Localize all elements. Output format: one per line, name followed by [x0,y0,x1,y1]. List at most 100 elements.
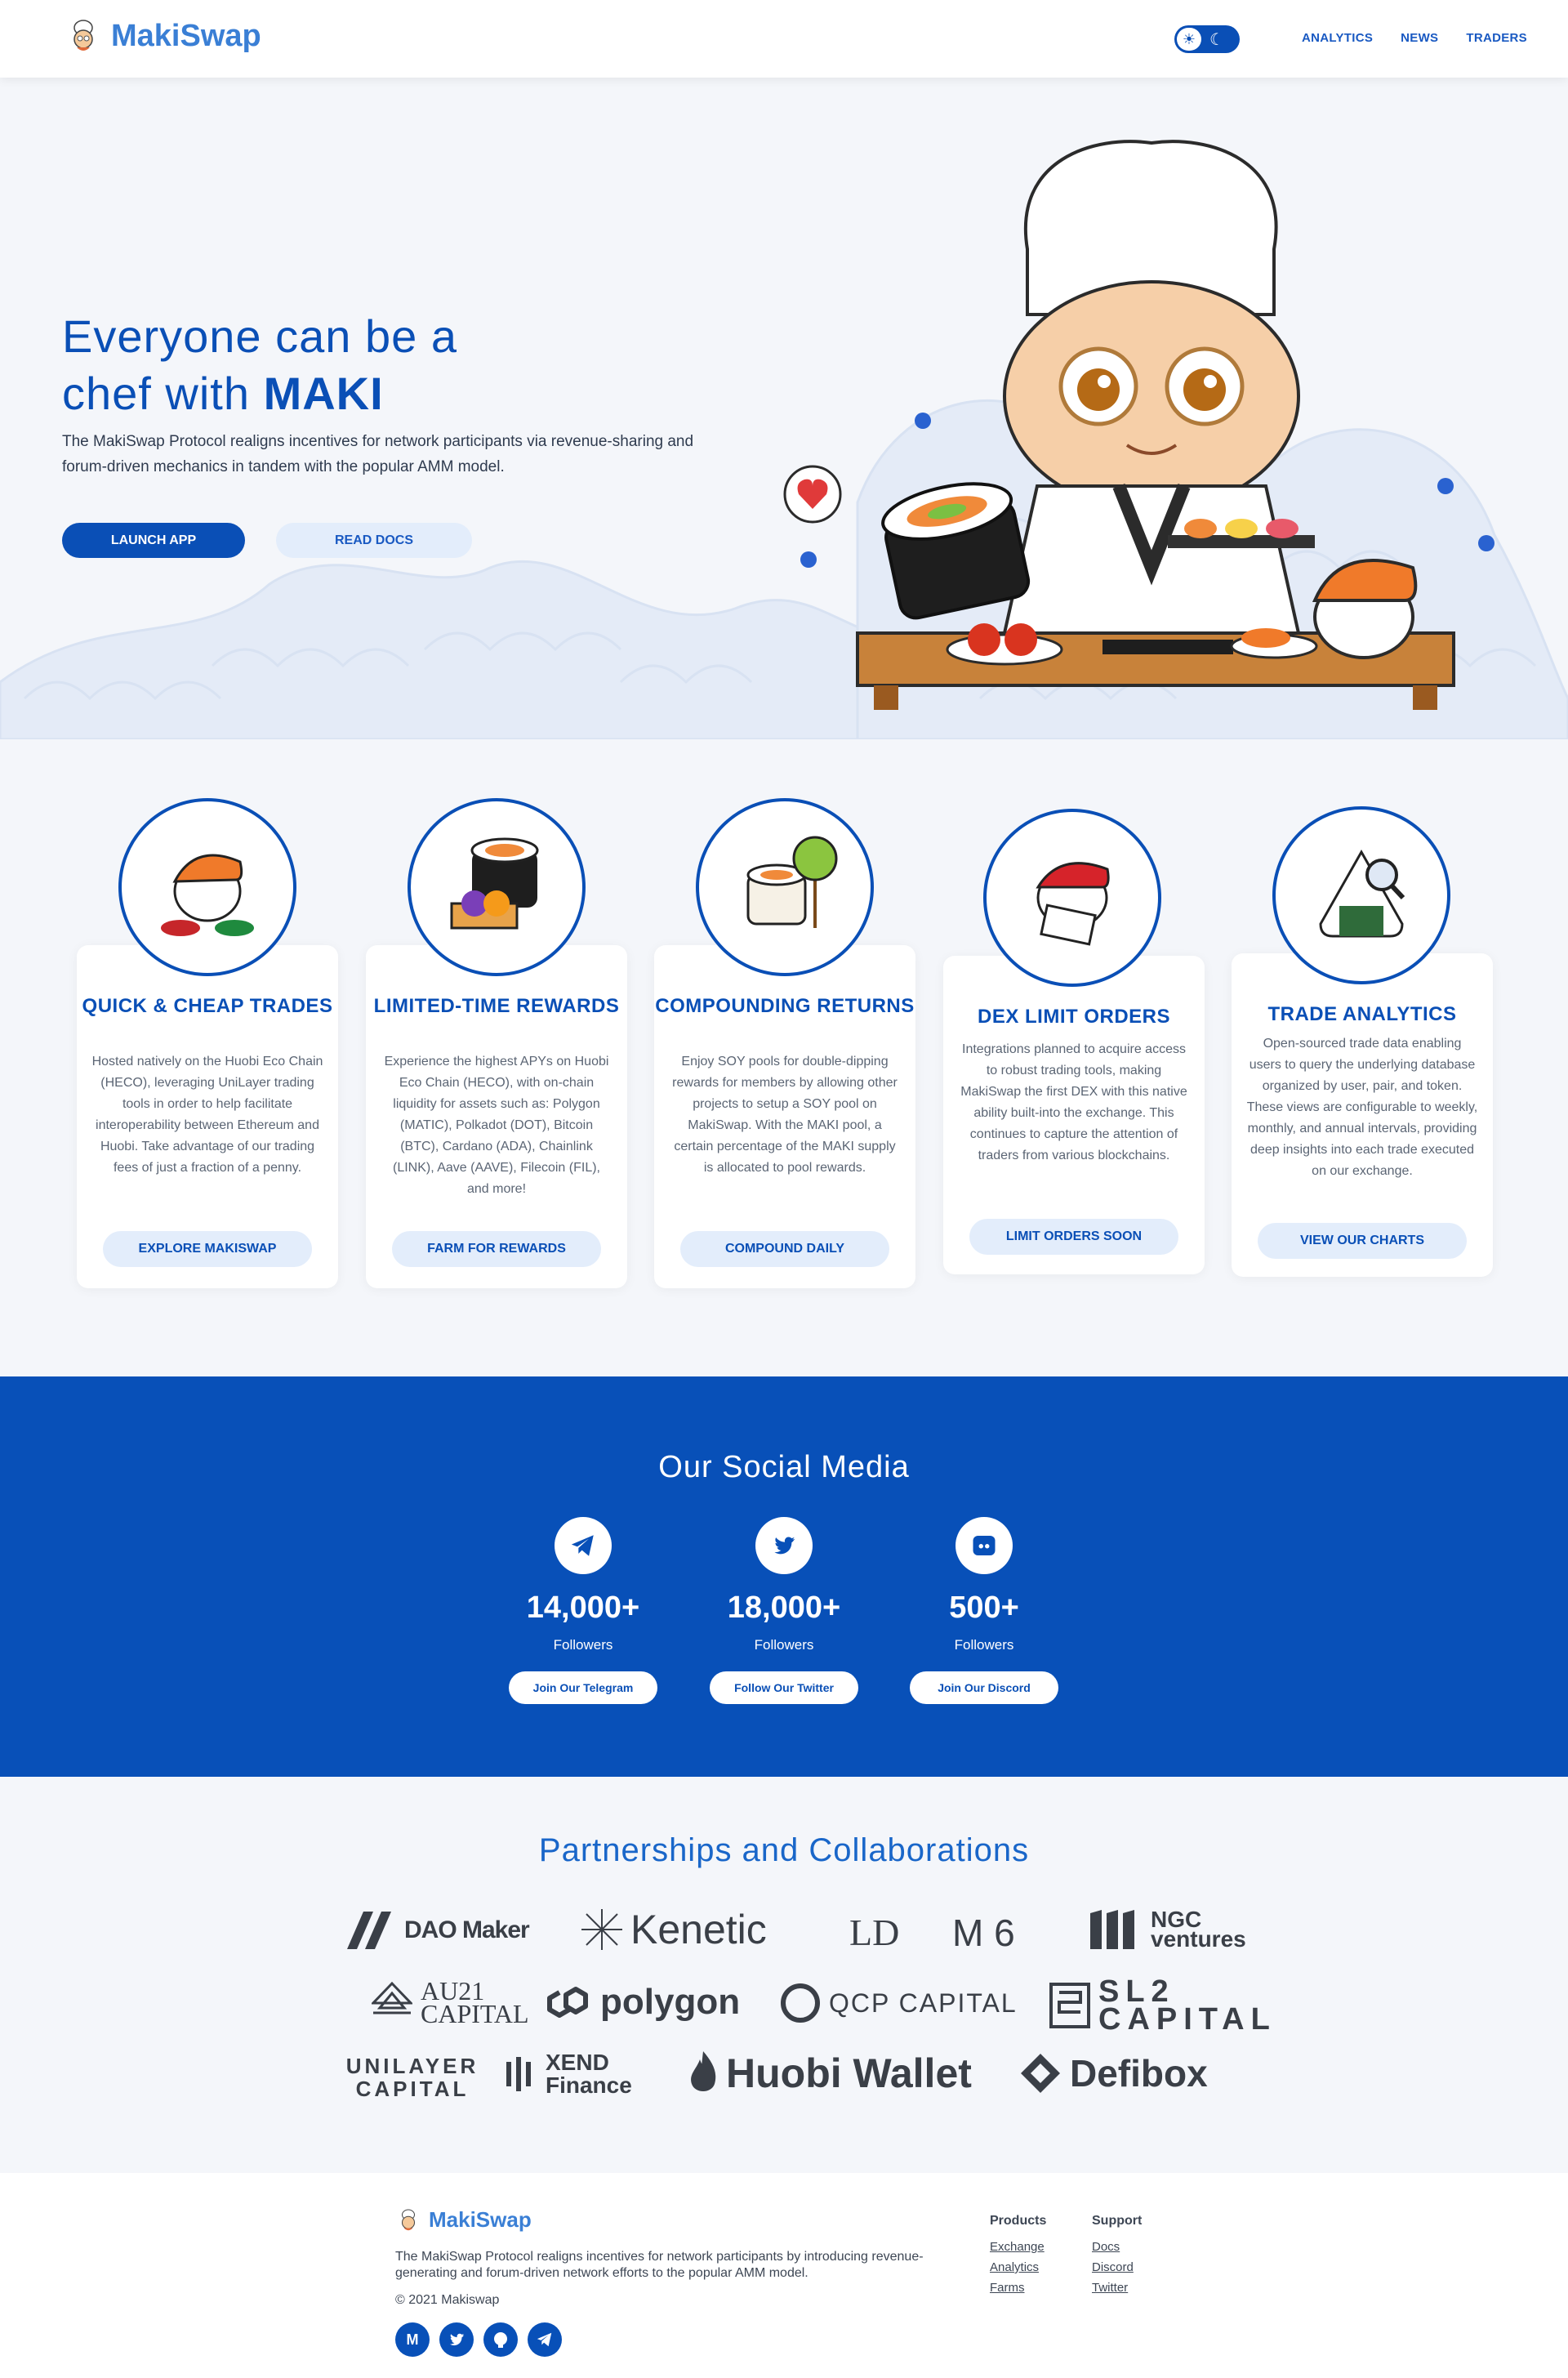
footer-link-analytics[interactable]: Analytics [990,2257,1046,2278]
hero-description: The MakiSwap Protocol realigns incentive… [62,433,694,475]
social-discord: 500+ Followers Join Our Discord [902,1517,1066,1704]
sun-icon: ☀ [1177,28,1201,51]
twitter-icon [755,1517,813,1574]
sushi-extra-sign-icon [746,836,838,928]
feature-title: COMPOUNDING RETURNS [655,995,915,1017]
tuna-orders-icon [1036,862,1110,946]
feature-icon-rewards [408,798,586,976]
nav-link-news[interactable]: NEWS [1401,31,1438,45]
products-title: Products [990,2214,1047,2228]
partner-ld[interactable]: LD [849,1911,899,1954]
brand-logo[interactable]: MakiSwap [65,18,261,54]
feature-title: QUICK & CHEAP TRADES [82,995,333,1017]
github-icon[interactable] [483,2322,518,2357]
onigiri-magnifier-icon [1319,849,1405,938]
feature-title: LIMITED-TIME REWARDS [373,995,620,1017]
footer-brand-name: MakiSwap [429,2207,532,2232]
twitter-label: Followers [754,1637,814,1653]
footer-link-docs[interactable]: Docs [1092,2237,1142,2257]
nav-links: ANALYTICS NEWS TRADERS [1302,31,1527,45]
medium-icon[interactable]: M [395,2322,430,2357]
hero-title: Everyone can be a chef with MAKI [62,308,457,422]
partner-qcp-capital[interactable]: QCP CAPITAL [780,1983,1018,2023]
telegram-icon[interactable] [528,2322,562,2357]
footer-link-discord[interactable]: Discord [1092,2257,1142,2278]
compound-daily-button[interactable]: COMPOUND DAILY [680,1231,889,1267]
support-title: Support [1092,2214,1143,2228]
follow-twitter-button[interactable]: Follow Our Twitter [710,1671,858,1704]
social-telegram: 14,000+ Followers Join Our Telegram [501,1517,665,1704]
hero-section: Everyone can be a chef with MAKI The Mak… [0,78,1568,739]
feature-card-limit-orders: DEX LIMIT ORDERS Integrations planned to… [943,956,1205,1274]
hero-title-line1: Everyone can be a [62,310,457,362]
footer-social-icons: M [395,2322,562,2357]
twitter-icon[interactable] [439,2322,474,2357]
partner-dao-maker[interactable]: DAO Maker [347,1912,530,1949]
discord-icon [956,1517,1013,1574]
partner-polygon[interactable]: polygon [543,1981,740,2023]
au21-icon [372,1982,412,2014]
footer-link-exchange[interactable]: Exchange [990,2237,1046,2257]
feature-icon-analytics [1272,806,1450,984]
hero-title-line2: chef with [62,368,264,419]
footer-link-twitter[interactable]: Twitter [1092,2278,1142,2298]
chef-logo-icon [401,2209,416,2230]
defibox-icon [1021,2054,1060,2093]
footer: MakiSwap The MakiSwap Protocol realigns … [0,2173,1568,2378]
chef-illustration [783,140,1494,710]
xend-icon [506,2057,531,2091]
partner-m6[interactable]: M 6 [952,1911,1015,1955]
maki-coins-icon [450,837,539,930]
feature-title: DEX LIMIT ORDERS [977,1006,1170,1028]
feature-icon-quick-trades [118,798,296,976]
feature-icon-compounding [696,798,874,976]
join-telegram-button[interactable]: Join Our Telegram [509,1671,657,1704]
partners-section: Partnerships and Collaborations DAO Make… [0,1777,1568,2173]
partner-ngc-ventures[interactable]: NGC ventures [1090,1908,1246,1951]
feature-body: Experience the highest APYs on Huobi Eco… [384,1055,609,1196]
footer-products: Products Exchange Analytics Farms [990,2214,1046,2298]
discord-label: Followers [954,1637,1014,1653]
feature-card-quick-trades: QUICK & CHEAP TRADES Hosted natively on … [77,945,338,1288]
top-nav: MakiSwap ☀ ☾ ANALYTICS NEWS TRADERS [0,0,1568,78]
nav-link-analytics[interactable]: ANALYTICS [1302,31,1373,45]
feature-card-rewards: LIMITED-TIME REWARDS Experience the high… [366,945,627,1288]
theme-toggle[interactable]: ☀ ☾ [1174,25,1240,53]
footer-description: The MakiSwap Protocol realigns incentive… [395,2250,924,2280]
huobi-flame-icon [691,2051,716,2091]
social-title: Our Social Media [658,1450,910,1484]
sl2-icon [1049,1983,1090,2028]
partner-xend-finance[interactable]: XEND Finance [505,2051,644,2097]
partner-unilayer[interactable]: UNILAYER CAPITAL [339,2055,486,2100]
footer-link-farms[interactable]: Farms [990,2278,1046,2298]
nigiri-buy-sell-icon [161,854,254,936]
brand-name: MakiSwap [111,18,261,53]
view-our-charts-button[interactable]: VIEW OUR CHARTS [1258,1223,1467,1259]
feature-body: Open-sourced trade data enabling users t… [1246,1037,1478,1178]
partner-huobi-wallet[interactable]: Huobi Wallet [688,2050,972,2097]
feature-card-analytics: TRADE ANALYTICS Open-sourced trade data … [1232,953,1493,1277]
kenetic-icon [581,1909,622,1950]
feature-card-compounding: COMPOUNDING RETURNS Enjoy SOY pools for … [654,945,915,1288]
read-docs-button[interactable]: READ DOCS [276,523,472,558]
farm-for-rewards-button[interactable]: FARM FOR REWARDS [392,1231,601,1267]
footer-support: Support Docs Discord Twitter [1092,2214,1142,2298]
launch-app-button[interactable]: LAUNCH APP [62,523,245,558]
partner-kenetic[interactable]: Kenetic [581,1906,767,1953]
limit-orders-soon-button[interactable]: LIMIT ORDERS SOON [969,1219,1178,1255]
polygon-icon [547,1987,588,2018]
partner-au21[interactable]: AU21 CAPITAL [372,1978,529,2027]
social-twitter: 18,000+ Followers Follow Our Twitter [702,1517,866,1704]
footer-brand-logo[interactable]: MakiSwap [396,2207,532,2233]
feature-body: Integrations planned to acquire access t… [960,1042,1187,1162]
social-media-section: Our Social Media 14,000+ Followers Join … [0,1376,1568,1777]
hero-title-bold: MAKI [263,368,384,419]
nav-link-traders[interactable]: TRADERS [1466,31,1527,45]
ngc-icon [1090,1910,1134,1949]
partner-defibox[interactable]: Defibox [1019,2051,1208,2095]
explore-makiswap-button[interactable]: EXPLORE MAKISWAP [103,1231,312,1267]
footer-copyright: © 2021 Makiswap [395,2293,500,2307]
join-discord-button[interactable]: Join Our Discord [910,1671,1058,1704]
partners-title: Partnerships and Collaborations [538,1832,1030,1868]
partner-sl2-capital[interactable]: SL2 CAPITAL [1049,1976,1270,2035]
